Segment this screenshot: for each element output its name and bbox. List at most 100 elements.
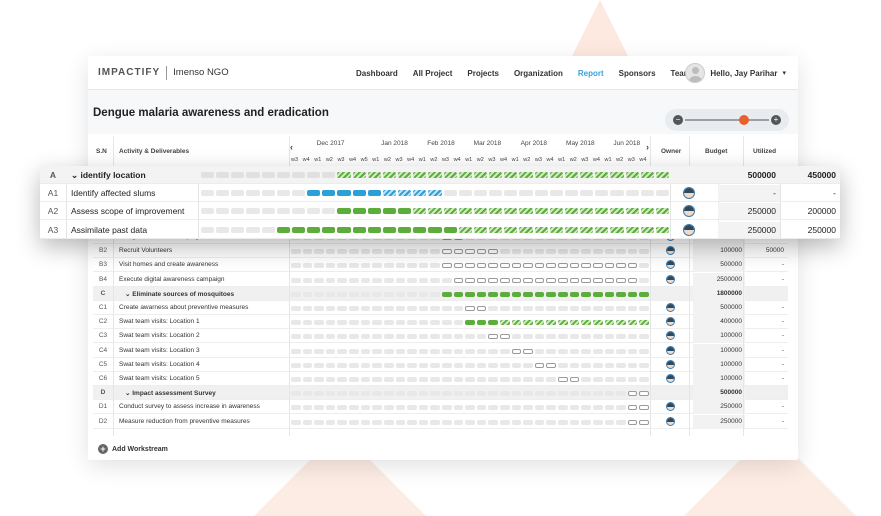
gantt-cell[interactable] [453,291,464,297]
gantt-cell[interactable] [337,226,351,233]
gantt-cell[interactable] [291,419,301,425]
gantt-cell[interactable] [534,391,545,397]
gantt-cell[interactable] [443,208,457,215]
gantt-cell[interactable] [476,306,487,311]
gantt-cell[interactable] [458,208,472,215]
gantt-cell[interactable] [314,348,324,354]
gantt-cell[interactable] [441,249,452,255]
gantt-cell[interactable] [418,419,429,425]
gantt-cell[interactable] [325,348,336,354]
gantt-cell[interactable] [511,419,522,425]
gantt-cell[interactable] [592,249,603,255]
gantt-cell[interactable] [488,291,499,297]
gantt-cell[interactable] [407,405,417,411]
gantt-cell[interactable] [314,306,324,311]
gantt-cell[interactable] [453,362,464,368]
gantt-cell[interactable] [291,362,301,368]
row-activity[interactable]: ⌄ Impact assessment Survey [125,389,216,397]
gantt-cell[interactable] [592,405,603,411]
gantt-cell[interactable] [383,306,394,311]
gantt-cell[interactable] [616,277,626,283]
gantt-cell[interactable] [569,334,580,340]
gantt-cell[interactable] [453,391,464,397]
gantt-cell[interactable] [616,320,626,326]
gantt-cell[interactable] [337,348,348,354]
gantt-cell[interactable] [534,172,548,178]
gantt-cell[interactable] [564,190,579,197]
gantt-cell[interactable] [476,405,487,411]
gantt-cell[interactable] [418,391,429,397]
gantt-cell[interactable] [511,334,522,340]
gantt-cell[interactable] [592,306,603,311]
gantt-cell[interactable] [291,190,306,197]
gantt-cell[interactable] [592,362,603,368]
gantt-cell[interactable] [261,226,275,233]
row-activity[interactable]: ⌄ Eliminate sources of mosquitoes [125,290,234,298]
row-activity[interactable]: Create awarness about preventive measure… [119,304,248,311]
gantt-cell[interactable] [337,172,351,178]
gantt-cell[interactable] [511,405,522,411]
gantt-cell[interactable] [610,172,624,178]
gantt-cell[interactable] [307,226,321,233]
gantt-cell[interactable] [407,391,417,397]
gantt-cell[interactable] [592,348,603,354]
gantt-cell[interactable] [314,391,324,397]
gantt-cell[interactable] [325,334,336,340]
gantt-cell[interactable] [349,320,359,326]
gantt-cell[interactable] [465,320,475,326]
gantt-cell[interactable] [488,419,499,425]
gantt-cell[interactable] [581,391,591,397]
gantt-cell[interactable] [302,320,313,326]
gantt-cell[interactable] [511,348,522,354]
gantt-cell[interactable] [534,306,545,311]
gantt-cell[interactable] [349,405,359,411]
gantt-cell[interactable] [569,263,580,269]
gantt-cell[interactable] [616,377,626,382]
zoom-out-icon[interactable]: − [673,115,683,125]
row-activity[interactable]: Swat team visits: Location 4 [119,361,200,368]
gantt-cell[interactable] [500,391,510,397]
gantt-cell[interactable] [569,362,580,368]
gantt-cell[interactable] [500,362,510,368]
gantt-cell[interactable] [407,277,417,283]
table-row[interactable]: B3 Visit homes and create awareness 500000… [93,258,788,273]
gantt-cell[interactable] [430,419,440,425]
gantt-cell[interactable] [453,348,464,354]
gantt-cell[interactable] [372,263,382,269]
gantt-cell[interactable] [337,362,348,368]
gantt-cell[interactable] [367,172,381,178]
gantt-cell[interactable] [558,249,568,255]
gantt-cell[interactable] [581,334,591,340]
gantt-cell[interactable] [395,405,406,411]
table-row[interactable]: C6 Swat team visits: Location 5 100000 - [93,372,788,386]
gantt-cell[interactable] [604,334,615,340]
gantt-cell[interactable] [580,190,594,197]
gantt-cell[interactable] [569,405,580,411]
row-activity[interactable]: Swat team visits: Location 5 [119,375,200,382]
gantt-cell[interactable] [564,172,579,178]
gantt-cell[interactable] [511,362,522,368]
gantt-cell[interactable] [476,320,487,326]
gantt-cell[interactable] [592,391,603,397]
gantt-cell[interactable] [523,419,533,425]
gantt-cell[interactable] [360,405,371,411]
gantt-cell[interactable] [627,263,638,269]
gantt-cell[interactable] [349,291,359,297]
gantt-cell[interactable] [407,306,417,311]
gantt-cell[interactable] [465,362,475,368]
owner-avatar[interactable] [666,345,675,355]
gantt-cell[interactable] [325,306,336,311]
popup-section-row[interactable]: A ⌄ identify location 500000 450000 [40,166,840,184]
gantt-cell[interactable] [519,208,533,215]
gantt-cell[interactable] [473,172,488,178]
gantt-cell[interactable] [458,172,472,178]
gantt-cell[interactable] [534,405,545,411]
gantt-cell[interactable] [325,391,336,397]
user-greeting[interactable]: Hello, Jay Parihar [710,69,777,78]
gantt-cell[interactable] [372,362,382,368]
gantt-cell[interactable] [558,334,568,340]
gantt-cell[interactable] [395,320,406,326]
gantt-cell[interactable] [395,419,406,425]
gantt-cell[interactable] [372,306,382,311]
gantt-cell[interactable] [453,249,464,255]
